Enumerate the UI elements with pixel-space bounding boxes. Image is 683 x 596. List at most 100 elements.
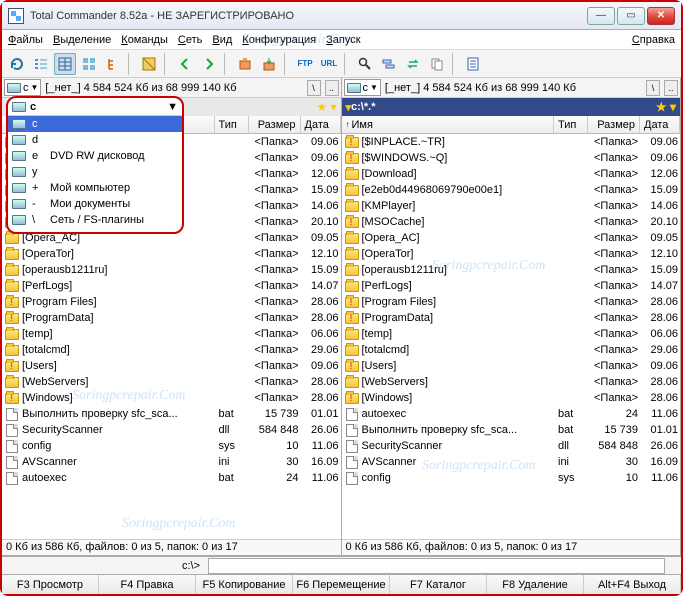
file-row[interactable]: [Users]<Папка>09.06 xyxy=(2,358,341,374)
right-root-button[interactable]: \ xyxy=(646,80,660,96)
col-ext[interactable]: Тип xyxy=(215,116,249,133)
drive-option[interactable]: -Мои документы xyxy=(8,196,182,212)
col-date[interactable]: Дата xyxy=(301,116,341,133)
file-row[interactable]: [Users]<Папка>09.06 xyxy=(342,358,681,374)
menu-net[interactable]: Сеть xyxy=(178,34,202,46)
command-input[interactable] xyxy=(208,558,665,574)
altf4-button[interactable]: Alt+F4 Выход xyxy=(584,575,681,594)
file-row[interactable]: [operausb1211ru]<Папка>15.09 xyxy=(342,262,681,278)
left-up-button[interactable]: .. xyxy=(325,80,339,96)
file-row[interactable]: [KMPlayer]<Папка>14.06 xyxy=(342,198,681,214)
tb-full[interactable] xyxy=(54,53,76,75)
titlebar[interactable]: Total Commander 8.52a - НЕ ЗАРЕГИСТРИРОВ… xyxy=(2,2,681,30)
right-drive-select[interactable]: c ▼ xyxy=(344,79,381,96)
file-row[interactable]: configsys1011.06 xyxy=(2,438,341,454)
right-up-button[interactable]: .. xyxy=(664,80,678,96)
tb-tree[interactable] xyxy=(102,53,124,75)
file-row[interactable]: [WebServers]<Папка>28.06 xyxy=(2,374,341,390)
file-row[interactable]: Выполнить проверку sfc_sca...bat15 73901… xyxy=(342,422,681,438)
file-row[interactable]: [Windows]<Папка>28.06 xyxy=(342,390,681,406)
file-row[interactable]: autoexecbat2411.06 xyxy=(342,406,681,422)
tb-multirename[interactable] xyxy=(378,53,400,75)
menu-mark[interactable]: Выделение xyxy=(53,34,111,46)
file-row[interactable]: [temp]<Папка>06.06 xyxy=(342,326,681,342)
file-row[interactable]: [e2eb0d44968069790e00e1]<Папка>15.09 xyxy=(342,182,681,198)
right-pathbar[interactable]: ▾c:\*.* ★ ▾ xyxy=(342,98,681,116)
drive-option[interactable]: d xyxy=(8,132,182,148)
drive-dropdown[interactable]: c ▼ cdeDVD RW дисководy+Мой компьютер-Мо… xyxy=(6,96,184,234)
f7-button[interactable]: F7 Каталог xyxy=(390,575,487,594)
file-row[interactable]: [totalcmd]<Папка>29.06 xyxy=(2,342,341,358)
tb-url[interactable]: URL xyxy=(318,53,340,75)
file-row[interactable]: [OperaTor]<Папка>12.10 xyxy=(2,246,341,262)
tb-notepad[interactable] xyxy=(462,53,484,75)
tb-refresh[interactable] xyxy=(6,53,28,75)
file-row[interactable]: [Windows]<Папка>28.06 xyxy=(2,390,341,406)
col-size[interactable]: Размер xyxy=(249,116,301,133)
file-row[interactable]: SecurityScannerdll584 84826.06 xyxy=(2,422,341,438)
col-size[interactable]: Размер xyxy=(588,116,640,133)
file-row[interactable]: [Program Files]<Папка>28.06 xyxy=(342,294,681,310)
menu-files[interactable]: Файлы xyxy=(8,34,43,46)
col-name[interactable]: ↑Имя xyxy=(342,116,555,133)
file-row[interactable]: AVScannerini3016.09 xyxy=(342,454,681,470)
tb-brief[interactable] xyxy=(30,53,52,75)
menu-commands[interactable]: Команды xyxy=(121,34,168,46)
file-row[interactable]: [PerfLogs]<Папка>14.07 xyxy=(342,278,681,294)
tb-copy-names[interactable] xyxy=(426,53,448,75)
f4-button[interactable]: F4 Правка xyxy=(99,575,196,594)
tb-thumbs[interactable] xyxy=(78,53,100,75)
drive-option[interactable]: y xyxy=(8,164,182,180)
file-row[interactable]: [OperaTor]<Папка>12.10 xyxy=(342,246,681,262)
minimize-button[interactable]: — xyxy=(587,7,615,25)
maximize-button[interactable]: ▭ xyxy=(617,7,645,25)
f6-button[interactable]: F6 Перемещение xyxy=(293,575,390,594)
file-row[interactable]: autoexecbat2411.06 xyxy=(2,470,341,486)
tb-unpack[interactable] xyxy=(258,53,280,75)
f8-button[interactable]: F8 Удаление xyxy=(487,575,584,594)
drive-option[interactable]: c xyxy=(8,116,182,132)
menu-view[interactable]: Вид xyxy=(212,34,232,46)
col-date[interactable]: Дата xyxy=(640,116,680,133)
file-row[interactable]: Выполнить проверку sfc_sca...bat15 73901… xyxy=(2,406,341,422)
file-row[interactable]: [temp]<Папка>06.06 xyxy=(2,326,341,342)
col-ext[interactable]: Тип xyxy=(554,116,588,133)
file-row[interactable]: [totalcmd]<Папка>29.06 xyxy=(342,342,681,358)
left-drive-select[interactable]: c ▼ xyxy=(4,79,41,96)
f3-button[interactable]: F3 Просмотр xyxy=(2,575,99,594)
menu-start[interactable]: Запуск xyxy=(326,34,360,46)
right-filelist[interactable]: [$INPLACE.~TR]<Папка>09.06[$WINDOWS.~Q]<… xyxy=(342,134,681,539)
menu-config[interactable]: Конфигурация xyxy=(242,34,316,46)
drive-option[interactable]: eDVD RW дисковод xyxy=(8,148,182,164)
tb-ftp[interactable]: FTP xyxy=(294,53,316,75)
file-row[interactable]: AVScannerini3016.09 xyxy=(2,454,341,470)
tb-pack[interactable] xyxy=(234,53,256,75)
tb-search[interactable] xyxy=(354,53,376,75)
tb-sync[interactable] xyxy=(402,53,424,75)
file-row[interactable]: [$WINDOWS.~Q]<Папка>09.06 xyxy=(342,150,681,166)
star-icon[interactable]: ★ ▾ xyxy=(316,100,336,114)
file-row[interactable]: [MSOCache]<Папка>20.10 xyxy=(342,214,681,230)
file-row[interactable]: [Download]<Папка>12.06 xyxy=(342,166,681,182)
file-row[interactable]: [operausb1211ru]<Папка>15.09 xyxy=(2,262,341,278)
left-root-button[interactable]: \ xyxy=(307,80,321,96)
menu-help[interactable]: Справка xyxy=(632,34,675,46)
drive-option[interactable]: \Сеть / FS-плагины xyxy=(8,212,182,228)
star-icon[interactable]: ★ ▾ xyxy=(656,100,676,114)
file-row[interactable]: SecurityScannerdll584 84826.06 xyxy=(342,438,681,454)
file-row[interactable]: [WebServers]<Папка>28.06 xyxy=(342,374,681,390)
file-row[interactable]: [Opera_AC]<Папка>09.05 xyxy=(342,230,681,246)
file-row[interactable]: [ProgramData]<Папка>28.06 xyxy=(342,310,681,326)
file-row[interactable]: [Program Files]<Папка>28.06 xyxy=(2,294,341,310)
close-button[interactable]: ✕ xyxy=(647,7,675,25)
f5-button[interactable]: F5 Копирование xyxy=(196,575,293,594)
tb-back[interactable] xyxy=(174,53,196,75)
drive-option[interactable]: +Мой компьютер xyxy=(8,180,182,196)
file-row[interactable]: [ProgramData]<Папка>28.06 xyxy=(2,310,341,326)
tb-forward[interactable] xyxy=(198,53,220,75)
file-row[interactable]: [$INPLACE.~TR]<Папка>09.06 xyxy=(342,134,681,150)
file-row[interactable]: configsys1011.06 xyxy=(342,470,681,486)
right-column-header[interactable]: ↑Имя Тип Размер Дата xyxy=(342,116,681,134)
file-row[interactable]: [PerfLogs]<Папка>14.07 xyxy=(2,278,341,294)
tb-invert[interactable] xyxy=(138,53,160,75)
